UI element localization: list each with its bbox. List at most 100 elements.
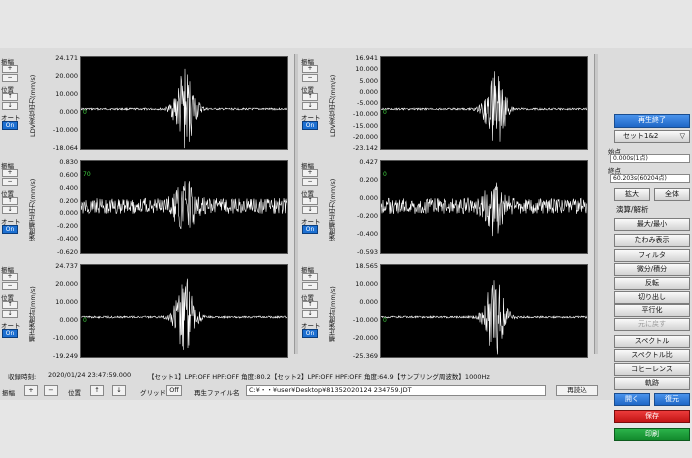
zoom-button[interactable]: 拡大	[614, 188, 650, 201]
y-tick-label: 0.000	[59, 316, 78, 324]
auto-on-toggle[interactable]: On	[302, 225, 318, 234]
y-tick-label: -19.249	[52, 352, 78, 360]
auto-on-toggle[interactable]: On	[2, 329, 18, 338]
amp-minus-button[interactable]: −	[2, 74, 18, 82]
y-tick-label: 0.600	[59, 170, 78, 179]
y-axis-label: 補正速度計(mm/s)	[329, 286, 337, 342]
file-path-field[interactable]: C:¥・・¥user¥Desktop¥81352020124 234759.JD…	[246, 385, 546, 396]
amp-minus-button[interactable]: −	[2, 282, 18, 290]
pos-up-button[interactable]: ↑	[2, 93, 18, 101]
calc-button[interactable]: 平行化	[614, 304, 690, 317]
amp-plus-button[interactable]: +	[2, 169, 18, 177]
amp-minus-button[interactable]: −	[302, 282, 318, 290]
start-field[interactable]: 0.000s(1点)	[610, 154, 690, 163]
y-tick-label: 10.000	[55, 298, 78, 306]
graph-controls: 振幅 + − 位置 ↑ ↓ オート On	[300, 54, 322, 154]
pos-up-button[interactable]: ↑	[90, 385, 104, 396]
y-tick-label: 0.000	[359, 194, 378, 202]
pos-up-button[interactable]: ↑	[2, 197, 18, 205]
pos-up-button[interactable]: ↑	[302, 197, 318, 205]
auto-on-toggle[interactable]: On	[2, 225, 18, 234]
auto-on-toggle[interactable]: On	[302, 121, 318, 130]
pos-up-button[interactable]: ↑	[302, 93, 318, 101]
waveform-plot[interactable]: 0	[380, 56, 588, 150]
all-button[interactable]: 全体	[654, 188, 690, 201]
grid-toggle[interactable]: Off	[166, 385, 182, 396]
level-marker: 0	[383, 317, 387, 324]
app-window: 振幅 + − 位置 ↑ ↓ オート On LDV変位出力(mm/s) 24.171 20.000 10…	[0, 48, 692, 441]
set-select[interactable]: セット1&2 ▽	[614, 130, 690, 143]
y-axis-label: 速度補正出力(mm/s)	[329, 178, 337, 242]
calc-button[interactable]: スペクトル	[614, 335, 690, 348]
y-tick-label: 18.565	[355, 262, 378, 270]
pos-up-button[interactable]: ↑	[2, 301, 18, 309]
y-tick-label: 0.200	[59, 196, 78, 205]
amp-minus-button[interactable]: −	[302, 178, 318, 186]
pos-up-button[interactable]: ↑	[302, 301, 318, 309]
y-axis-label: LDV変位出力(mm/s)	[329, 74, 337, 138]
amp-plus-button[interactable]: +	[2, 273, 18, 281]
graph-row: 振幅 + − 位置 ↑ ↓ オート On 速度補正出力(mm/s) 0.427 0.200 0.000…	[300, 158, 600, 258]
waveform-trace	[381, 182, 587, 237]
amp-minus-button[interactable]: −	[302, 74, 318, 82]
waveform-plot[interactable]: 70	[80, 160, 288, 254]
level-marker: 0	[383, 171, 387, 178]
amp-plus-button[interactable]: +	[302, 169, 318, 177]
end-field[interactable]: 60.203s(60204点)	[610, 174, 690, 183]
y-tick-label: -0.400	[57, 235, 78, 244]
pos-down-button[interactable]: ↓	[2, 102, 18, 110]
y-tick-label: 0.427	[359, 158, 378, 166]
graph-controls: 振幅 + − 位置 ↑ ↓ オート On	[300, 158, 322, 258]
calc-button[interactable]: 軌跡	[614, 377, 690, 390]
amp-plus-button[interactable]: +	[24, 385, 38, 396]
y-tick-label: -0.400	[357, 230, 378, 238]
graph-controls: 振幅 + − 位置 ↑ ↓ オート On	[0, 54, 22, 154]
pos-down-button[interactable]: ↓	[2, 310, 18, 318]
save-button[interactable]: 保存	[614, 410, 690, 423]
side-panel: 再生終了 セット1&2 ▽ 始点 0.000s(1点) 終点 60.203s(60…	[608, 110, 692, 450]
calc-button[interactable]: スペクトル比	[614, 349, 690, 362]
y-tick-label: 24.737	[55, 262, 78, 270]
calc-button[interactable]: フィルタ	[614, 249, 690, 262]
graph-row: 振幅 + − 位置 ↑ ↓ オート On LDV変位出力(mm/s) 16.941 10.000 5.…	[300, 54, 600, 154]
waveform-plot[interactable]: 0	[80, 264, 288, 358]
calc-button[interactable]: 微分/積分	[614, 263, 690, 276]
amp-plus-button[interactable]: +	[302, 273, 318, 281]
amp-minus-button[interactable]: −	[2, 178, 18, 186]
y-tick-label: 16.941	[355, 54, 378, 62]
bottom-toolbar: 振幅 + − 位置 ↑ ↓ グリッド Off 再生ファイル名 C:¥・・¥use…	[0, 384, 608, 398]
calc-button[interactable]: コヒーレンス	[614, 363, 690, 376]
pos-down-button[interactable]: ↓	[302, 206, 318, 214]
calc-button[interactable]: 元に戻す	[614, 318, 690, 331]
y-tick-label: -23.142	[352, 144, 378, 152]
y-tick-label: 0.400	[59, 183, 78, 192]
restore-button[interactable]: 復元	[654, 393, 690, 406]
amp-plus-button[interactable]: +	[302, 65, 318, 73]
y-tick-label: -0.620	[57, 248, 78, 256]
waveform-trace	[381, 71, 587, 142]
amp-plus-button[interactable]: +	[2, 65, 18, 73]
graph-controls: 振幅 + − 位置 ↑ ↓ オート On	[300, 262, 322, 362]
reload-button[interactable]: 再読込	[556, 385, 598, 396]
level-marker: 0	[83, 317, 87, 324]
calc-button[interactable]: 最大/最小	[614, 218, 690, 231]
amp-minus-button[interactable]: −	[44, 385, 58, 396]
waveform-plot[interactable]: 0	[380, 160, 588, 254]
print-button[interactable]: 印刷	[614, 428, 690, 441]
stop-playback-button[interactable]: 再生終了	[614, 114, 690, 128]
calc-button[interactable]: 切り出し	[614, 291, 690, 304]
auto-on-toggle[interactable]: On	[302, 329, 318, 338]
pos-down-button[interactable]: ↓	[302, 310, 318, 318]
calc-button[interactable]: たわみ表示	[614, 234, 690, 247]
calc-button[interactable]: 反転	[614, 277, 690, 290]
waveform-plot[interactable]: 0	[380, 264, 588, 358]
y-tick-label: -5.000	[357, 99, 378, 107]
status-bar: 収録時刻: 2020/01/24 23:47:59.000 【セット1】LPF:…	[0, 371, 608, 381]
y-axis-label: LDV変位出力(mm/s)	[29, 74, 37, 138]
pos-down-button[interactable]: ↓	[112, 385, 126, 396]
waveform-plot[interactable]: 0	[80, 56, 288, 150]
auto-on-toggle[interactable]: On	[2, 121, 18, 130]
open-button[interactable]: 開く	[614, 393, 650, 406]
pos-down-button[interactable]: ↓	[2, 206, 18, 214]
pos-down-button[interactable]: ↓	[302, 102, 318, 110]
